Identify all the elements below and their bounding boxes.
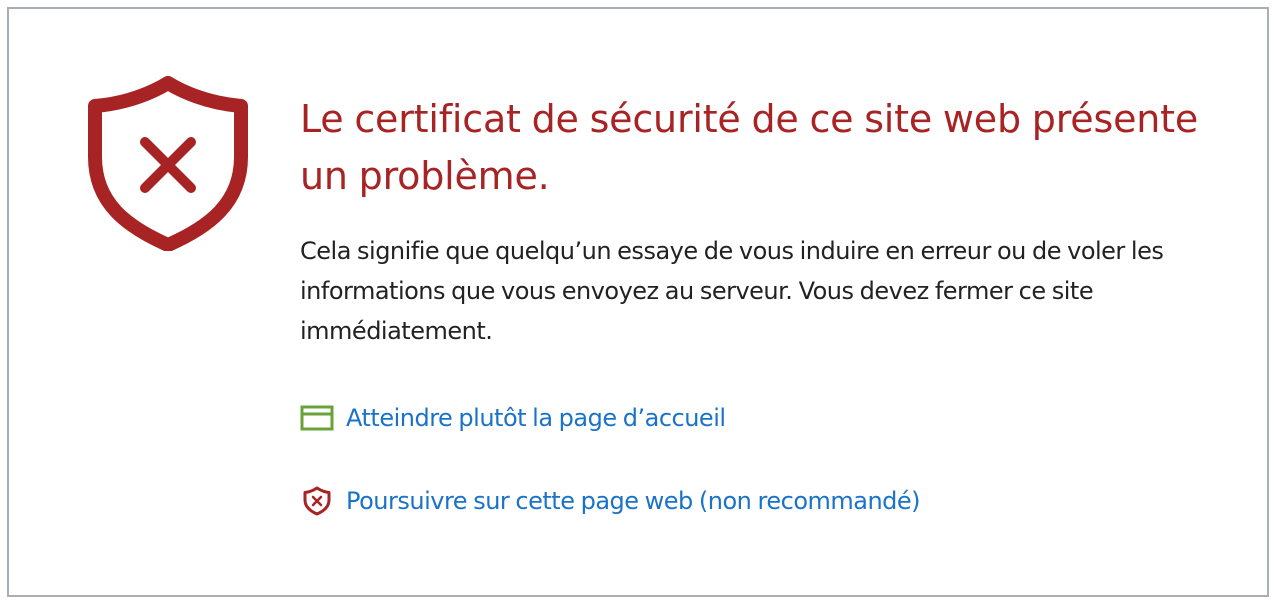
shield-x-small-icon xyxy=(300,486,334,516)
go-home-link[interactable]: Atteindre plutôt la page d’accueil xyxy=(300,404,726,432)
warning-title: Le certificat de sécurité de ce site web… xyxy=(300,97,1199,198)
continue-to-site-link-label[interactable]: Poursuivre sur cette page web (non recom… xyxy=(346,487,921,515)
continue-to-site-link[interactable]: Poursuivre sur cette page web (non recom… xyxy=(300,486,921,516)
shield-x-icon xyxy=(85,75,251,252)
browser-window-icon xyxy=(300,404,334,432)
certificate-error-panel: Le certificat de sécurité de ce site web… xyxy=(7,7,1269,597)
warning-content: Le certificat de sécurité de ce site web… xyxy=(300,91,1230,516)
go-home-link-label[interactable]: Atteindre plutôt la page d’accueil xyxy=(346,404,726,432)
warning-description: Cela signifie que quelqu’un essaye de vo… xyxy=(300,237,1164,345)
